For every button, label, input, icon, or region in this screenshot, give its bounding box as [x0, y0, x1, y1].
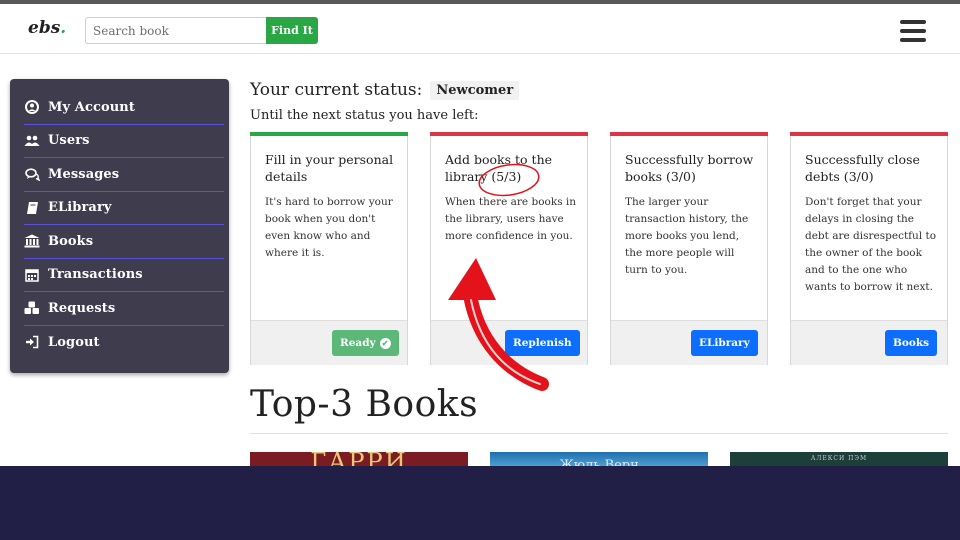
user-circle-icon	[24, 99, 40, 115]
button-label: Ready	[340, 337, 376, 349]
top-books-heading: Top-3 Books	[250, 384, 479, 425]
sidebar-item-label: Messages	[48, 166, 120, 182]
status-badge: Newcomer	[430, 80, 520, 100]
status-card-personal-details: Fill in your personal details It's hard …	[250, 132, 408, 365]
card-footer: Books	[791, 320, 947, 365]
status-title: Your current status:	[250, 80, 423, 100]
status-subtitle: Until the next status you have left:	[250, 108, 479, 123]
sidebar-item-label: Users	[48, 133, 90, 149]
logo[interactable]: ebs.	[28, 18, 66, 38]
sidebar-item-books[interactable]: Books	[24, 225, 224, 259]
sidebar-item-label: Logout	[48, 334, 100, 350]
card-status-bar	[610, 132, 768, 136]
calendar-icon	[24, 267, 40, 283]
books-button[interactable]: Books	[885, 330, 938, 356]
card-footer: ELibrary	[611, 320, 767, 365]
logout-icon	[24, 334, 40, 350]
card-footer: Ready ✔	[251, 320, 407, 365]
divider	[250, 433, 948, 434]
sidebar-item-label: Requests	[48, 300, 116, 316]
logo-dot: .	[60, 18, 67, 38]
card-status-bar	[430, 132, 588, 136]
users-icon	[24, 133, 40, 149]
status-card-close-debts: Successfully close debts (3/0) Don't for…	[790, 132, 948, 365]
replenish-button[interactable]: Replenish	[505, 330, 580, 356]
elibrary-button[interactable]: ELibrary	[691, 330, 758, 356]
card-text: When there are books in the library, use…	[445, 196, 577, 242]
check-circle-icon: ✔	[379, 337, 391, 349]
card-text: The larger your transaction history, the…	[625, 196, 749, 276]
card-text: It's hard to borrow your book when you d…	[265, 196, 393, 259]
card-status-bar	[250, 132, 408, 136]
hamburger-icon[interactable]	[900, 20, 926, 42]
sidebar-item-label: Transactions	[48, 267, 143, 283]
ready-button[interactable]: Ready ✔	[332, 330, 399, 356]
navbar: ebs. Find It	[0, 4, 960, 54]
sidebar-item-users[interactable]: Users	[24, 125, 224, 158]
logo-text: ebs	[28, 18, 61, 38]
sidebar-item-label: My Account	[48, 99, 135, 115]
book-icon	[24, 200, 40, 216]
search-input[interactable]	[85, 17, 267, 44]
find-it-button[interactable]: Find It	[266, 17, 318, 44]
card-status-bar	[790, 132, 948, 136]
card-text: Don't forget that your delays in closing…	[805, 196, 937, 293]
card-footer: Replenish	[431, 320, 587, 365]
sidebar-item-elibrary[interactable]: ELibrary	[24, 192, 224, 225]
status-card-borrow-books: Successfully borrow books (3/0) The larg…	[610, 132, 768, 365]
sidebar-item-logout[interactable]: Logout	[24, 326, 224, 360]
status-heading: Your current status: Newcomer	[250, 80, 520, 100]
sidebar-item-label: ELibrary	[48, 200, 112, 216]
card-title: Add books to the library (5/3)	[445, 152, 553, 184]
bottom-band	[0, 466, 960, 540]
card-title: Successfully borrow books (3/0)	[625, 152, 754, 184]
sidebar-item-transactions[interactable]: Transactions	[24, 259, 224, 292]
sidebar-item-my-account[interactable]: My Account	[24, 91, 224, 125]
card-title: Fill in your personal details	[265, 152, 394, 184]
chat-icon	[24, 166, 40, 182]
bank-icon	[24, 233, 40, 249]
cubes-icon	[24, 300, 40, 316]
sidebar: My Account Users Messages ELibrary Books…	[10, 79, 229, 373]
sidebar-item-messages[interactable]: Messages	[24, 158, 224, 192]
status-card-add-books: Add books to the library (5/3) When ther…	[430, 132, 588, 365]
card-title: Successfully close debts (3/0)	[805, 152, 920, 184]
sidebar-item-requests[interactable]: Requests	[24, 292, 224, 326]
cover-title: АЛЕКСИ ПЭМ	[810, 455, 868, 462]
sidebar-item-label: Books	[48, 233, 94, 249]
